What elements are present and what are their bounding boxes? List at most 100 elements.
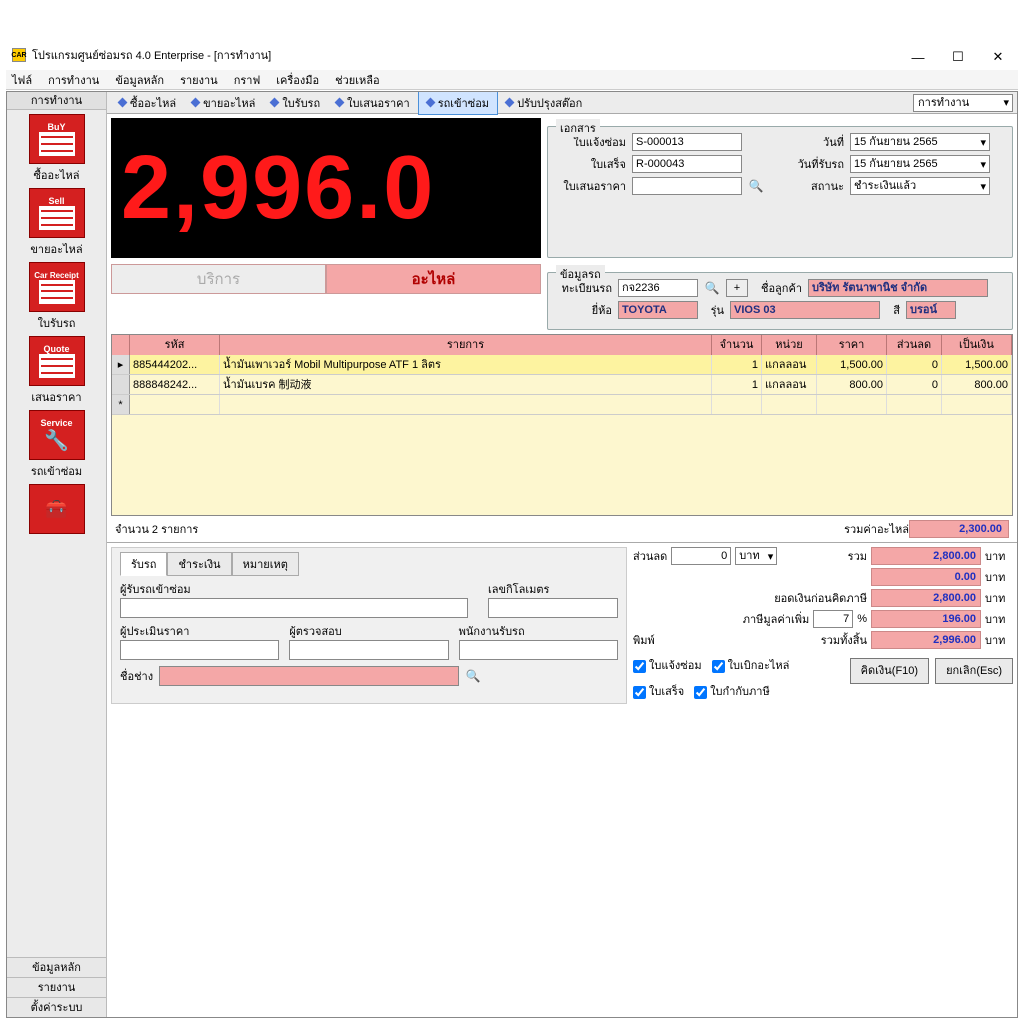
- search-quote-icon[interactable]: 🔍: [748, 178, 764, 194]
- nav-quote[interactable]: Quote เสนอราคา: [17, 336, 97, 406]
- nav-extra[interactable]: 🧰: [17, 484, 97, 534]
- chk-receipt[interactable]: ใบเสร็จ: [633, 682, 684, 700]
- status-label: สถานะ: [784, 177, 844, 195]
- plate-input[interactable]: กจ2236: [618, 279, 698, 297]
- chk-withdraw[interactable]: ใบเบิกอะไหล่: [712, 656, 790, 674]
- window-controls: — ☐ ✕: [898, 45, 1018, 69]
- pretax-value: 2,800.00: [871, 589, 981, 607]
- customer-label: ชื่อลูกค้า: [754, 279, 802, 297]
- nav-buy-parts[interactable]: BuY ซื้ออะไหล่: [17, 114, 97, 184]
- subtab-receipt[interactable]: ใบรับรถ: [263, 92, 328, 114]
- color-field: บรอน์: [906, 301, 956, 319]
- vat-label: ภาษีมูลค่าเพิ่ม: [743, 610, 809, 628]
- recv-by-input[interactable]: [120, 598, 468, 618]
- subtab-quote[interactable]: ใบเสนอราคา: [328, 92, 418, 114]
- recv-by-label: ผู้รับรถเข้าซ่อม: [120, 580, 468, 598]
- table-row[interactable]: ▸ 885444202... น้ำมันเพาเวอร์ Mobil Mult…: [112, 355, 1012, 375]
- col-unit[interactable]: หน่วย: [762, 335, 817, 355]
- menu-work[interactable]: การทำงาน: [48, 71, 99, 89]
- subtab-sell[interactable]: ขายอะไหล่: [184, 92, 263, 114]
- odo-input[interactable]: [488, 598, 618, 618]
- chk-repair[interactable]: ใบแจ้งซ่อม: [633, 656, 702, 674]
- receipt-icon: Car Receipt: [34, 271, 78, 280]
- nav-label: รถเข้าซ่อม: [31, 462, 82, 480]
- btab-note[interactable]: หมายเหตุ: [232, 552, 299, 576]
- maximize-button[interactable]: ☐: [938, 45, 978, 69]
- search-mechanic-icon[interactable]: 🔍: [465, 668, 481, 684]
- brand-label: ยี่ห้อ: [556, 301, 612, 319]
- nav-sell-parts[interactable]: Sell ขายอะไหล่: [17, 188, 97, 258]
- table-row-new[interactable]: *: [112, 395, 1012, 415]
- menu-master[interactable]: ข้อมูลหลัก: [115, 71, 164, 89]
- col-price[interactable]: ราคา: [817, 335, 887, 355]
- parts-total: 2,300.00: [909, 520, 1009, 538]
- discount-unit-dropdown[interactable]: บาท: [735, 547, 777, 565]
- sum-label: รวม: [848, 547, 867, 565]
- col-disc[interactable]: ส่วนลด: [887, 335, 942, 355]
- nav-label: เสนอราคา: [31, 388, 81, 406]
- nav-reports[interactable]: รายงาน: [7, 977, 106, 997]
- chk-tax[interactable]: ใบกำกับภาษี: [694, 682, 770, 700]
- discount-input[interactable]: 0: [671, 547, 731, 565]
- calculate-button[interactable]: คิดเงิน(F10): [850, 658, 929, 684]
- recv-date-label: วันที่รับรถ: [784, 155, 844, 173]
- recv-staff-input[interactable]: [459, 640, 618, 660]
- minimize-button[interactable]: —: [898, 45, 938, 69]
- vat-pct-input[interactable]: 7: [813, 610, 853, 628]
- mode-dropdown[interactable]: การทำงาน: [913, 94, 1013, 112]
- inspector-input[interactable]: [289, 640, 448, 660]
- service-icon: Service: [40, 418, 72, 428]
- inspector-label: ผู้ตรวจสอบ: [289, 622, 448, 640]
- print-label: พิมพ์: [633, 631, 655, 649]
- btab-payment[interactable]: ชำระเงิน: [167, 552, 231, 576]
- menu-report[interactable]: รายงาน: [180, 71, 218, 89]
- menu-help[interactable]: ช่วยเหลือ: [335, 71, 379, 89]
- nav-settings[interactable]: ตั้งค่าระบบ: [7, 997, 106, 1017]
- col-qty[interactable]: จำนวน: [712, 335, 762, 355]
- recv-date-input[interactable]: 15 กันยายน 2565: [850, 155, 990, 173]
- pretax-label: ยอดเงินก่อนคิดภาษี: [774, 589, 867, 607]
- menu-file[interactable]: ไฟล์: [12, 71, 32, 89]
- receipt-no-input[interactable]: R-000043: [632, 155, 742, 173]
- sum-value: 2,800.00: [871, 547, 981, 565]
- subtab-service[interactable]: รถเข้าซ่อม: [418, 92, 498, 115]
- subtab-buy[interactable]: ซื้ออะไหล่: [111, 92, 184, 114]
- documents-group: เอกสาร ใบแจ้งซ่อมS-000013 ใบเสร็จR-00004…: [547, 126, 1013, 258]
- assessor-input[interactable]: [120, 640, 279, 660]
- group-label: ข้อมูลรถ: [556, 265, 605, 283]
- app-icon: CAR: [12, 48, 26, 62]
- nav-label: ซื้ออะไหล่: [33, 166, 79, 184]
- grand-label: รวมทั้งสิ้น: [821, 631, 867, 649]
- close-button[interactable]: ✕: [978, 45, 1018, 69]
- brand-field: TOYOTA: [618, 301, 698, 319]
- menu-tools[interactable]: เครื่องมือ: [276, 71, 319, 89]
- tab-parts[interactable]: อะไหล่: [326, 264, 541, 294]
- menu-graph[interactable]: กราฟ: [234, 71, 261, 89]
- subtab-stock[interactable]: ปรับปรุงสต๊อก: [498, 92, 590, 114]
- nav-master-data[interactable]: ข้อมูลหลัก: [7, 957, 106, 977]
- col-amt[interactable]: เป็นเงิน: [942, 335, 1012, 355]
- nav-service[interactable]: Service🔧 รถเข้าซ่อม: [17, 410, 97, 480]
- nav-car-receipt[interactable]: Car Receipt ใบรับรถ: [17, 262, 97, 332]
- col-code[interactable]: รหัส: [130, 335, 220, 355]
- receipt-label: ใบเสร็จ: [556, 155, 626, 173]
- btab-receive[interactable]: รับรถ: [120, 552, 167, 576]
- repair-no-input[interactable]: S-000013: [632, 133, 742, 151]
- tab-service[interactable]: บริการ: [111, 264, 326, 294]
- col-desc[interactable]: รายการ: [220, 335, 712, 355]
- quote-no-input[interactable]: [632, 177, 742, 195]
- grand-total: 2,996.00: [871, 631, 981, 649]
- cancel-button[interactable]: ยกเลิก(Esc): [935, 658, 1013, 684]
- status-dropdown[interactable]: ชำระเงินแล้ว: [850, 177, 990, 195]
- date-input[interactable]: 15 กันยายน 2565: [850, 133, 990, 151]
- mechanic-input[interactable]: [159, 666, 459, 686]
- row-count: จำนวน 2 รายการ: [115, 520, 198, 538]
- add-car-button[interactable]: +: [726, 279, 748, 297]
- nav-label: ใบรับรถ: [38, 314, 76, 332]
- search-plate-icon[interactable]: 🔍: [704, 280, 720, 296]
- leftnav-header: การทำงาน: [7, 92, 106, 110]
- table-row[interactable]: 888848242... น้ำมันเบรค 制动液 1 แกลลอน 800…: [112, 375, 1012, 395]
- sell-icon: Sell: [48, 196, 64, 206]
- total-display: 2,996.0: [111, 118, 541, 258]
- car-group: ข้อมูลรถ ทะเบียนรถ กจ2236 🔍 + ชื่อลูกค้า…: [547, 272, 1013, 330]
